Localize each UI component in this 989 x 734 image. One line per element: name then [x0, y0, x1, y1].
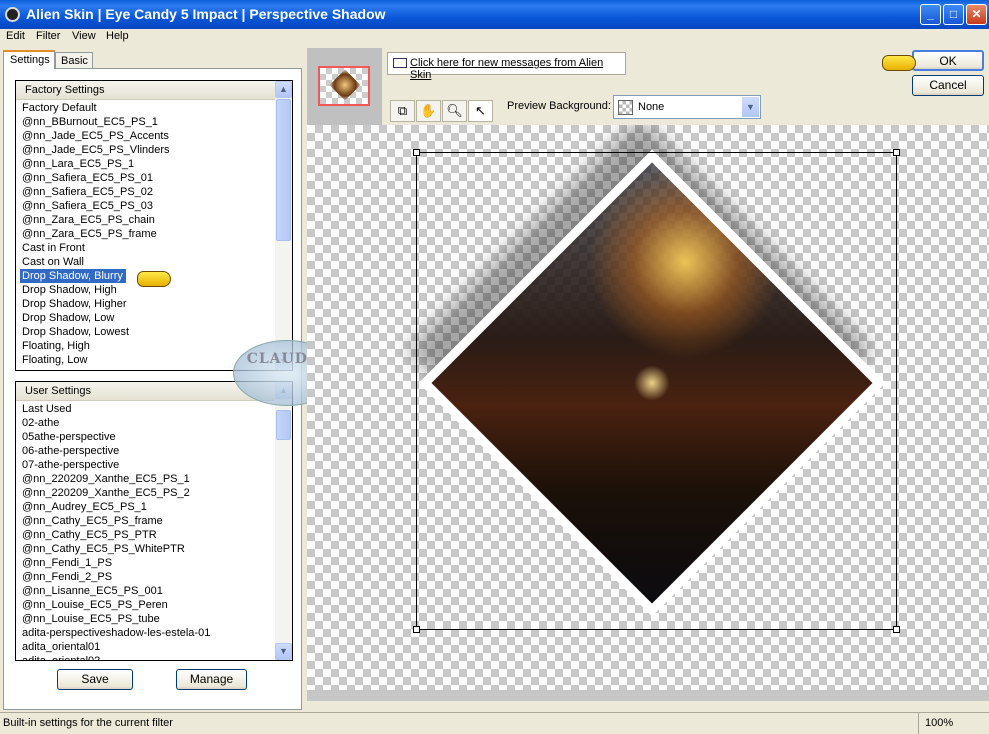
factory-settings-header: Factory Settings	[16, 81, 292, 100]
status-bar: Built-in settings for the current filter	[0, 712, 989, 734]
list-item[interactable]: @nn_Lara_EC5_PS_1	[16, 157, 275, 171]
list-item[interactable]: @nn_Safiera_EC5_PS_03	[16, 199, 275, 213]
user-scrollbar[interactable]: ▲ ▼	[275, 382, 292, 660]
pointing-hand-icon	[137, 271, 171, 287]
list-item[interactable]: @nn_Lisanne_EC5_PS_001	[16, 584, 275, 598]
cancel-button[interactable]: Cancel	[912, 75, 984, 96]
preview-background-value: None	[638, 101, 665, 113]
list-item[interactable]: 02-athe	[16, 416, 275, 430]
menu-filter[interactable]: Filter	[36, 30, 60, 42]
resize-handle[interactable]	[413, 626, 420, 633]
ok-button[interactable]: OK	[912, 50, 984, 71]
scroll-thumb[interactable]	[276, 410, 291, 440]
user-settings-list[interactable]: User Settings Last Used 02-athe 05athe-per…	[15, 381, 293, 661]
scroll-down-icon[interactable]: ▼	[275, 643, 292, 660]
list-item[interactable]: Drop Shadow, Higher	[16, 297, 275, 311]
list-item[interactable]: Drop Shadow, Low	[16, 311, 275, 325]
pointer-icon[interactable]: ↖	[468, 100, 493, 122]
pointing-hand-icon	[882, 55, 916, 71]
maximize-button[interactable]: □	[943, 4, 964, 25]
list-item[interactable]: @nn_220209_Xanthe_EC5_PS_1	[16, 472, 275, 486]
thumbnail-navigator[interactable]	[307, 48, 382, 125]
save-button[interactable]: Save	[57, 669, 133, 690]
list-item[interactable]: @nn_Cathy_EC5_PS_WhitePTR	[16, 542, 275, 556]
resize-handle[interactable]	[893, 626, 900, 633]
chevron-down-icon[interactable]: ▼	[742, 97, 759, 117]
scroll-up-icon[interactable]: ▲	[275, 81, 292, 98]
minimize-button[interactable]: _	[920, 4, 941, 25]
selection-rectangle[interactable]	[413, 149, 900, 633]
list-item[interactable]: Cast on Wall	[16, 255, 275, 269]
navigator-icon[interactable]: ⧉	[390, 100, 415, 122]
list-item[interactable]: @nn_Jade_EC5_PS_Accents	[16, 129, 275, 143]
list-item[interactable]: 06-athe-perspective	[16, 444, 275, 458]
resize-handle[interactable]	[893, 149, 900, 156]
hand-icon[interactable]: ✋	[416, 100, 441, 122]
tab-settings[interactable]: Settings	[3, 50, 55, 69]
list-item-selected[interactable]: Drop Shadow, Blurry	[20, 269, 126, 283]
list-item[interactable]: @nn_Safiera_EC5_PS_02	[16, 185, 275, 199]
list-item[interactable]: @nn_Louise_EC5_PS_tube	[16, 612, 275, 626]
list-item[interactable]: adita_oriental02	[16, 654, 275, 660]
messages-link-text[interactable]: Click here for new messages from Alien S…	[410, 57, 603, 81]
manage-button[interactable]: Manage	[176, 669, 247, 690]
preview-background-label: Preview Background:	[507, 100, 611, 112]
thumbnail-image	[329, 69, 361, 101]
list-item[interactable]: adita-perspectiveshadow-les-estela-01	[16, 626, 275, 640]
factory-settings-list[interactable]: Factory Settings Factory Default @nn_BBur…	[15, 80, 293, 371]
list-item[interactable]: @nn_Louise_EC5_PS_Peren	[16, 598, 275, 612]
close-button[interactable]: ✕	[966, 4, 987, 25]
list-item[interactable]: @nn_Jade_EC5_PS_Vlinders	[16, 143, 275, 157]
thumbnail-view-box[interactable]	[318, 66, 370, 106]
scroll-thumb[interactable]	[276, 99, 291, 241]
list-item[interactable]: @nn_Cathy_EC5_PS_PTR	[16, 528, 275, 542]
window-title: Alien Skin | Eye Candy 5 Impact | Perspe…	[26, 6, 386, 22]
menu-help[interactable]: Help	[106, 30, 129, 42]
title-bar: Alien Skin | Eye Candy 5 Impact | Perspe…	[0, 0, 989, 29]
list-item[interactable]: Floating, High	[16, 339, 275, 353]
preview-canvas[interactable]	[307, 125, 989, 690]
list-item[interactable]: Factory Default	[16, 101, 275, 115]
list-item[interactable]: adita_oriental01	[16, 640, 275, 654]
menu-view[interactable]: View	[72, 30, 96, 42]
list-item[interactable]: @nn_Zara_EC5_PS_frame	[16, 227, 275, 241]
zoom-level: 100%	[918, 713, 989, 734]
list-item[interactable]: Last Used	[16, 402, 275, 416]
list-item[interactable]: @nn_Cathy_EC5_PS_frame	[16, 514, 275, 528]
factory-scrollbar[interactable]: ▲ ▼	[275, 81, 292, 370]
list-item[interactable]: Cast in Front	[16, 241, 275, 255]
checker-swatch-icon	[618, 100, 633, 115]
list-item[interactable]: @nn_Audrey_EC5_PS_1	[16, 500, 275, 514]
message-icon	[393, 58, 407, 68]
list-item[interactable]: @nn_Fendi_1_PS	[16, 556, 275, 570]
list-item[interactable]: 07-athe-perspective	[16, 458, 275, 472]
tab-basic[interactable]: Basic	[55, 52, 93, 69]
list-item[interactable]: 05athe-perspective	[16, 430, 275, 444]
list-item[interactable]: @nn_BBurnout_EC5_PS_1	[16, 115, 275, 129]
preview-background-select[interactable]: None ▼	[613, 95, 761, 119]
list-item[interactable]: @nn_Zara_EC5_PS_chain	[16, 213, 275, 227]
list-item[interactable]: @nn_Fendi_2_PS	[16, 570, 275, 584]
preview-scroll-area	[307, 690, 989, 701]
zoom-icon[interactable]: 🔍︎	[442, 100, 467, 122]
menu-bar: Edit Filter View Help	[0, 29, 989, 46]
menu-edit[interactable]: Edit	[6, 30, 25, 42]
app-icon	[5, 7, 20, 22]
list-item[interactable]: @nn_220209_Xanthe_EC5_PS_2	[16, 486, 275, 500]
status-text: Built-in settings for the current filter	[3, 717, 173, 729]
messages-link[interactable]: Click here for new messages from Alien S…	[387, 52, 626, 81]
list-item[interactable]: @nn_Safiera_EC5_PS_01	[16, 171, 275, 185]
list-item[interactable]: Drop Shadow, Lowest	[16, 325, 275, 339]
resize-handle[interactable]	[413, 149, 420, 156]
